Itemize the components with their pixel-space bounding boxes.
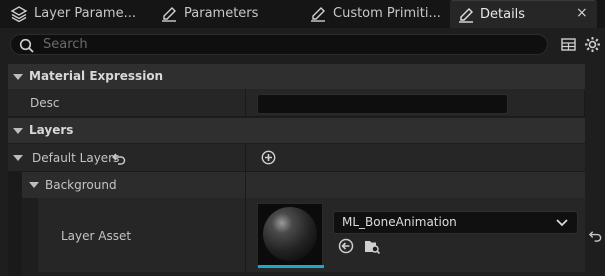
- use-selected-asset-icon[interactable]: [338, 238, 354, 254]
- browse-asset-icon[interactable]: [363, 237, 381, 255]
- column-divider: [245, 172, 246, 198]
- tab-label: Custom Primiti...: [333, 6, 441, 21]
- chevron-down-icon[interactable]: [13, 155, 23, 161]
- column-divider: [245, 89, 246, 117]
- chevron-down-icon: [13, 128, 23, 134]
- table-view-icon[interactable]: [561, 37, 576, 52]
- column-divider: [245, 144, 246, 172]
- section-title: Material Expression: [29, 69, 164, 83]
- search-icon: [19, 38, 34, 53]
- tab-label: Layer Parame...: [34, 6, 136, 21]
- tab-layer-parameters[interactable]: Layer Parame...: [0, 0, 148, 28]
- tab-bar: Layer Parame... Parameters Custom Primit…: [0, 0, 605, 28]
- search-placeholder: Search: [43, 37, 88, 52]
- asset-type-bar: [258, 265, 324, 268]
- tab-custom-primitive[interactable]: Custom Primiti...: [299, 0, 449, 28]
- indent-guide: [22, 198, 38, 276]
- tab-parameters[interactable]: Parameters: [150, 0, 300, 28]
- chevron-down-icon: [556, 218, 568, 228]
- tab-details[interactable]: Details ×: [450, 0, 597, 28]
- chevron-down-icon: [13, 74, 23, 80]
- add-element-icon[interactable]: [261, 150, 276, 165]
- tab-label: Details: [480, 7, 526, 22]
- section-title: Layers: [29, 123, 74, 137]
- property-label-layer-asset: Layer Asset: [61, 229, 132, 243]
- property-label-default-layers: Default Layers: [32, 151, 120, 165]
- group-label-background: Background: [45, 178, 117, 192]
- pencil-icon: [160, 5, 178, 23]
- tab-label: Parameters: [184, 6, 259, 21]
- search-input[interactable]: Search: [10, 34, 548, 55]
- reset-arrow-icon[interactable]: [112, 151, 126, 165]
- close-icon[interactable]: ×: [576, 5, 588, 21]
- property-label-desc: Desc: [30, 96, 60, 110]
- asset-name: ML_BoneAnimation: [342, 215, 457, 229]
- desc-field[interactable]: [257, 94, 508, 114]
- pencil-icon: [457, 6, 475, 24]
- chevron-down-icon[interactable]: [29, 182, 39, 188]
- sphere-preview-icon: [263, 207, 317, 261]
- asset-picker-dropdown[interactable]: ML_BoneAnimation: [333, 211, 578, 234]
- gear-icon[interactable]: [584, 36, 601, 53]
- layers-icon: [10, 5, 28, 23]
- asset-thumbnail[interactable]: [257, 203, 324, 269]
- section-material-expression[interactable]: Material Expression: [8, 64, 585, 89]
- reset-to-default-icon[interactable]: [589, 229, 602, 242]
- indent-guide: [8, 172, 22, 276]
- pencil-icon: [309, 5, 327, 23]
- column-divider: [584, 89, 585, 117]
- column-divider: [245, 198, 246, 272]
- section-layers[interactable]: Layers: [8, 118, 585, 143]
